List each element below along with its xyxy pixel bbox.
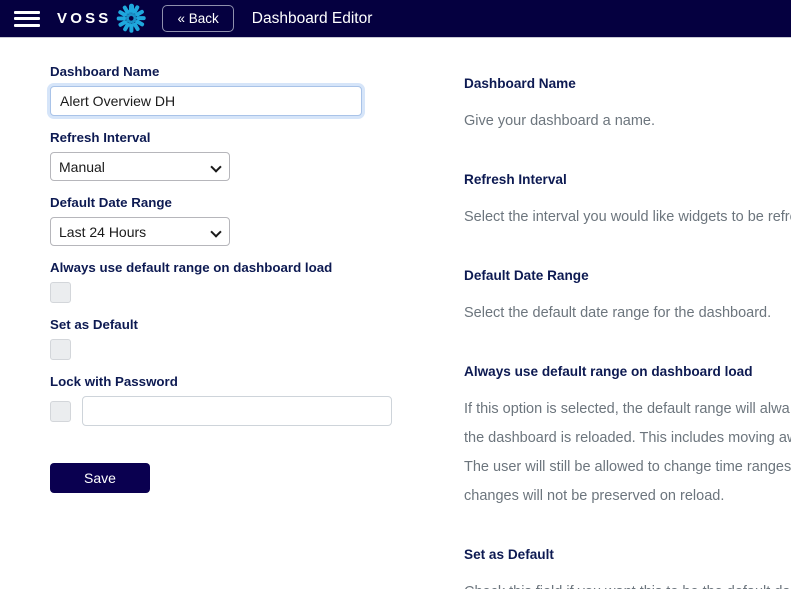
help-section: Set as Default Check this field if you w… [464,547,791,589]
help-section: Default Date Range Select the default da… [464,268,791,328]
lock-with-password-checkbox[interactable] [50,400,71,422]
help-section-body: Select the default date range for the da… [464,305,772,321]
voss-wordmark: VOSS [57,10,112,27]
back-button[interactable]: « Back [162,4,234,33]
hamburger-bar [14,10,40,14]
set-as-default-checkbox[interactable] [50,339,71,360]
dashboard-settings-form: Dashboard Name Refresh Interval Manual D… [50,64,410,493]
help-section-title: Refresh Interval [464,172,567,187]
refresh-interval-select-wrapper: Manual [50,152,230,181]
lock-with-password-label: Lock with Password [50,374,178,389]
refresh-interval-label: Refresh Interval [50,130,151,145]
hamburger-bar [14,17,40,20]
help-section-title: Default Date Range [464,268,589,283]
help-panel: Dashboard Name Give your dashboard a nam… [464,76,791,589]
help-section-body: Select the interval you would like widge… [464,209,791,225]
help-section: Refresh Interval Select the interval you… [464,172,791,232]
help-section: Dashboard Name Give your dashboard a nam… [464,76,791,136]
hamburger-bar [14,23,40,27]
set-as-default-label: Set as Default [50,317,138,332]
help-section-title: Dashboard Name [464,76,576,91]
page-title: Dashboard Editor [251,9,373,27]
voss-logo-icon [116,4,146,33]
help-section-body: Check this field if you want this to be … [464,578,791,589]
dashboard-name-input[interactable] [50,86,362,116]
always-use-default-range-label: Always use default range on dashboard lo… [50,260,333,275]
always-use-default-range-checkbox[interactable] [50,282,71,303]
default-date-range-select[interactable]: Last 24 Hours [50,217,230,246]
save-button[interactable]: Save [50,463,150,493]
help-section-title: Set as Default [464,547,554,562]
password-input[interactable] [82,396,392,426]
hamburger-menu-icon[interactable] [14,9,40,29]
help-section-body: If this option is selected, the default … [464,401,791,504]
brand-logo: VOSS [57,4,146,33]
dashboard-name-label: Dashboard Name [50,64,160,79]
default-date-range-label: Default Date Range [50,195,172,210]
help-section: Always use default range on dashboard lo… [464,364,791,511]
help-section-title: Always use default range on dashboard lo… [464,364,753,379]
lock-with-password-row [50,396,410,426]
editor-content: Dashboard Name Refresh Interval Manual D… [0,38,791,589]
help-section-body: Give your dashboard a name. [464,113,656,129]
refresh-interval-select[interactable]: Manual [50,152,230,181]
top-header-bar: VOSS « Back Dashboard Editor [0,0,791,38]
default-date-range-select-wrapper: Last 24 Hours [50,217,230,246]
